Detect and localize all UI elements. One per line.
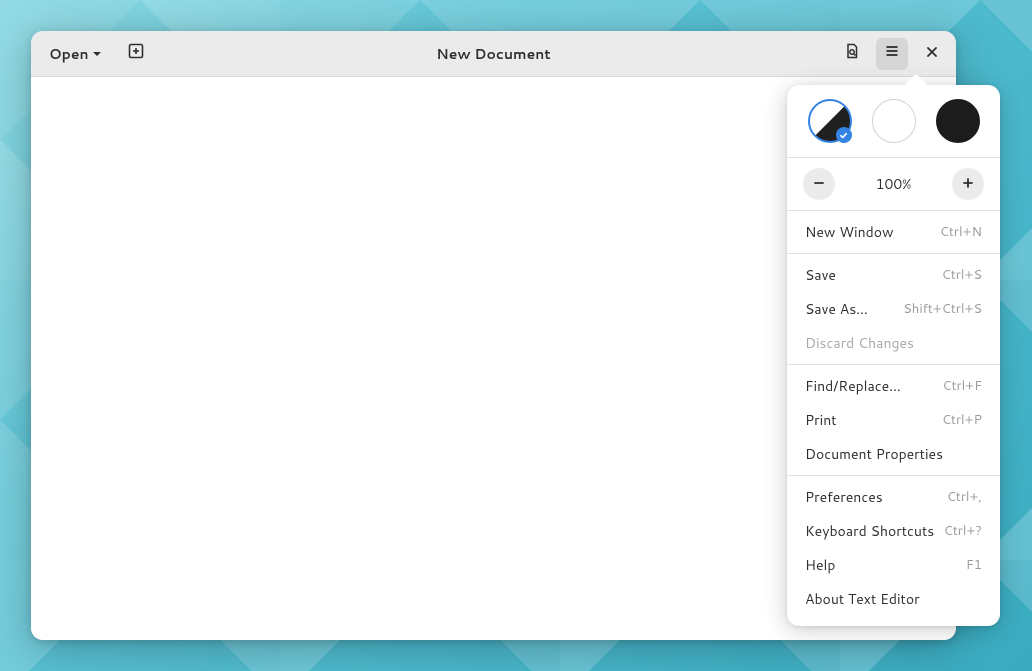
menu-item-shortcut: Ctrl+S — [942, 266, 982, 284]
menu-item-shortcut: F1 — [966, 556, 982, 574]
menu-item-label: Find/Replace… — [805, 376, 901, 396]
text-editor-window: Open New Document — [31, 31, 956, 640]
theme-dark[interactable] — [936, 99, 980, 143]
minus-icon — [812, 173, 826, 196]
menu-item-save[interactable]: Save Ctrl+S — [787, 258, 1000, 292]
zoom-out-button[interactable] — [803, 168, 835, 200]
menu-item-save-as[interactable]: Save As… Shift+Ctrl+S — [787, 292, 1000, 326]
menu-item-discard-changes: Discard Changes — [787, 326, 1000, 360]
menu-item-keyboard-shortcuts[interactable]: Keyboard Shortcuts Ctrl+? — [787, 514, 1000, 548]
main-menu-popover: 100% New Window Ctrl+N Save Ctrl+ — [787, 85, 1000, 626]
menu-item-label: Preferences — [805, 487, 883, 507]
search-button[interactable] — [836, 38, 868, 70]
close-icon — [925, 42, 939, 65]
new-tab-icon — [128, 42, 144, 65]
menu-item-label: Keyboard Shortcuts — [805, 521, 934, 541]
menu-item-label: About Text Editor — [805, 589, 920, 609]
open-button[interactable]: Open — [39, 38, 112, 70]
menu-item-label: Document Properties — [805, 444, 943, 464]
close-window-button[interactable] — [916, 38, 948, 70]
header-right-group — [836, 38, 948, 70]
window-title: New Document — [436, 44, 550, 64]
theme-selector-row — [787, 93, 1000, 157]
menu-item-document-properties[interactable]: Document Properties — [787, 437, 1000, 471]
hamburger-icon — [884, 42, 900, 65]
menu-item-shortcut: Ctrl+? — [944, 522, 982, 540]
menu-item-shortcut: Ctrl+, — [947, 488, 982, 506]
chevron-down-icon — [92, 44, 102, 64]
header-left-group: Open — [39, 38, 152, 70]
menu-section-window: New Window Ctrl+N — [787, 211, 1000, 253]
menu-item-label: New Window — [805, 222, 894, 242]
menu-item-shortcut: Ctrl+F — [942, 377, 982, 395]
plus-icon — [961, 173, 975, 196]
check-icon — [836, 127, 852, 143]
menu-item-label: Help — [805, 555, 835, 575]
menu-section-app: Preferences Ctrl+, Keyboard Shortcuts Ct… — [787, 476, 1000, 620]
menu-item-label: Discard Changes — [805, 333, 914, 353]
menu-item-label: Save As… — [805, 299, 868, 319]
menu-item-print[interactable]: Print Ctrl+P — [787, 403, 1000, 437]
document-search-icon — [844, 42, 860, 65]
menu-item-label: Print — [805, 410, 837, 430]
menu-item-help[interactable]: Help F1 — [787, 548, 1000, 582]
menu-item-preferences[interactable]: Preferences Ctrl+, — [787, 480, 1000, 514]
new-tab-button[interactable] — [120, 38, 152, 70]
zoom-row: 100% — [787, 158, 1000, 210]
open-button-label: Open — [49, 44, 89, 64]
menu-section-document: Find/Replace… Ctrl+F Print Ctrl+P Docume… — [787, 365, 1000, 475]
zoom-in-button[interactable] — [952, 168, 984, 200]
zoom-value: 100% — [876, 174, 912, 194]
menu-item-about[interactable]: About Text Editor — [787, 582, 1000, 616]
menu-item-shortcut: Ctrl+P — [942, 411, 982, 429]
menu-item-label: Save — [805, 265, 836, 285]
theme-system[interactable] — [808, 99, 852, 143]
theme-light[interactable] — [872, 99, 916, 143]
menu-item-shortcut: Ctrl+N — [940, 223, 982, 241]
hamburger-menu-button[interactable] — [876, 38, 908, 70]
header-bar: Open New Document — [31, 31, 956, 77]
menu-item-find-replace[interactable]: Find/Replace… Ctrl+F — [787, 369, 1000, 403]
menu-item-shortcut: Shift+Ctrl+S — [903, 300, 982, 318]
menu-item-new-window[interactable]: New Window Ctrl+N — [787, 215, 1000, 249]
menu-section-save: Save Ctrl+S Save As… Shift+Ctrl+S Discar… — [787, 254, 1000, 364]
